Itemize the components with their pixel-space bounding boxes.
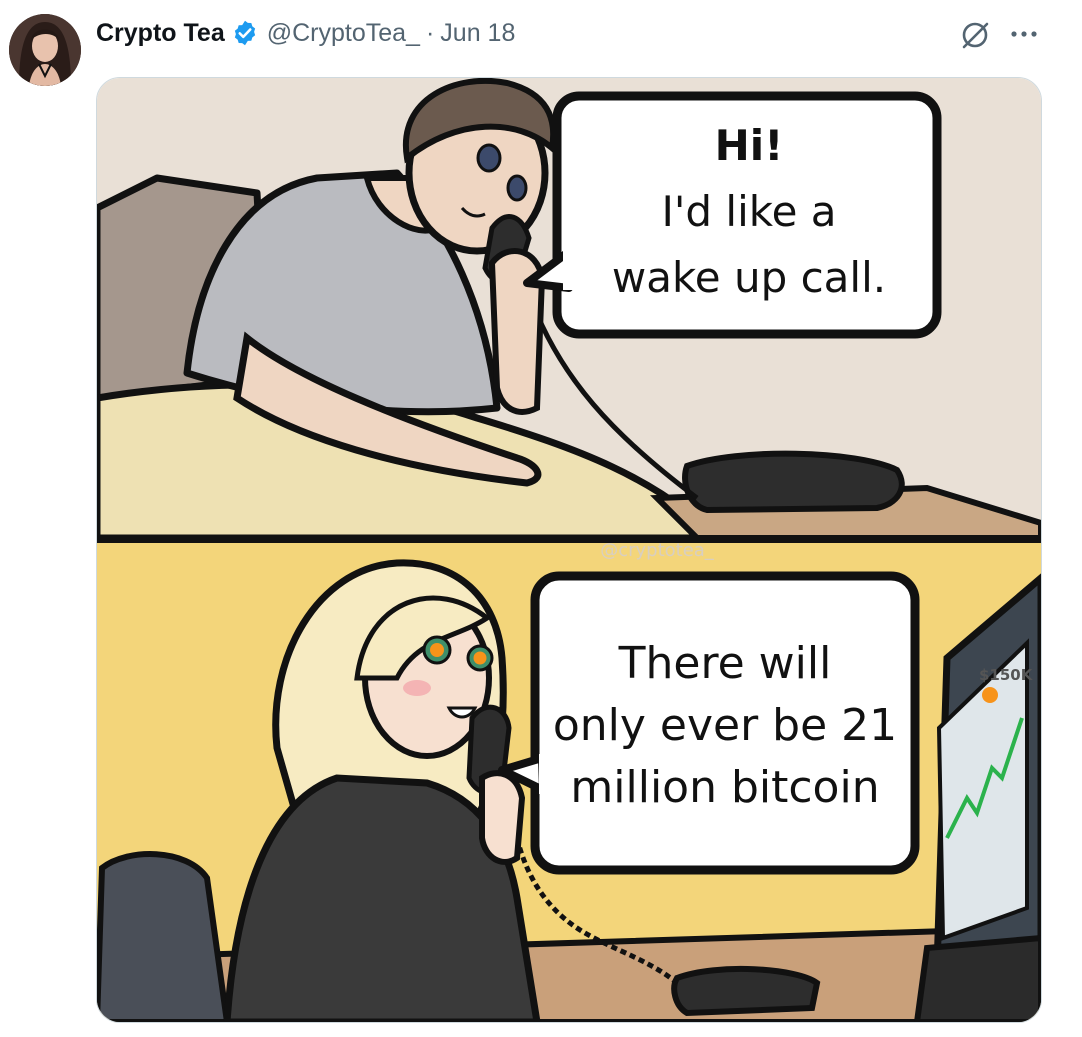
separator-dot: · (425, 18, 435, 47)
grok-icon[interactable] (955, 16, 995, 54)
more-options-icon[interactable] (1002, 16, 1046, 52)
watermark: @cryptotea_ (600, 540, 715, 561)
verified-badge-icon[interactable] (231, 19, 259, 47)
user-handle[interactable]: @CryptoTea_ (267, 19, 420, 48)
tweet-media[interactable]: Hi! I'd like a wake up call. @cryptotea_… (96, 77, 1042, 1023)
display-name[interactable]: Crypto Tea (96, 19, 225, 48)
monitor-price-label: $150K (979, 666, 1034, 684)
tweet-header: Crypto Tea @CryptoTea_ · Jun 18 (96, 16, 515, 50)
bottom-bubble-line-3: million bitcoin (570, 762, 879, 813)
top-bubble-line-2: I'd like a (661, 187, 836, 236)
tweet-date[interactable]: Jun 18 (440, 19, 515, 48)
top-bubble-line-1: Hi! (715, 121, 784, 170)
bottom-bubble-line-2: only ever be 21 (553, 700, 897, 751)
top-bubble-line-3: wake up call. (612, 253, 886, 302)
comic-image: Hi! I'd like a wake up call. @cryptotea_… (97, 78, 1041, 1022)
bottom-bubble-line-1: There will (618, 638, 832, 689)
avatar-image (9, 14, 81, 86)
avatar[interactable] (9, 14, 81, 86)
